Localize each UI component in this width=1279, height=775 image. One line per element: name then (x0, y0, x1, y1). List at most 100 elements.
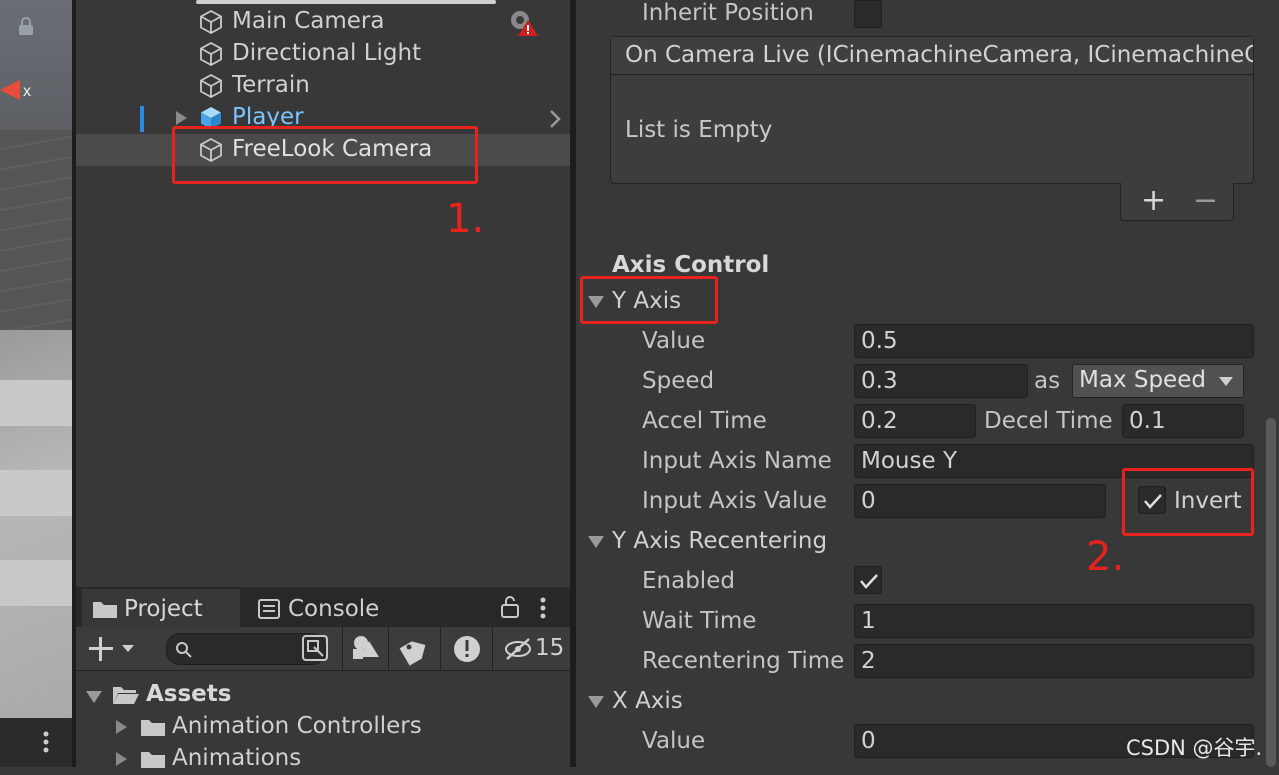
gameobject-cube-icon (198, 41, 224, 67)
gameobject-cube-icon (198, 9, 224, 35)
y-value-field[interactable]: 0.5 (854, 324, 1254, 358)
hidden-count: 15 (535, 635, 565, 661)
filter-warning-icon[interactable] (440, 627, 492, 671)
tree-item-label: Assets (146, 681, 232, 707)
enabled-checkbox[interactable] (854, 566, 882, 594)
accel-time-label: Accel Time (642, 408, 767, 434)
annotation-step-1: 1. (446, 196, 485, 242)
gizmo-x-axis-icon[interactable]: x (0, 70, 40, 110)
tree-item-assets[interactable]: Assets (76, 679, 570, 711)
scene-view[interactable]: x (0, 0, 72, 718)
hierarchy-item-terrain[interactable]: Terrain (76, 70, 570, 102)
filter-by-type-button[interactable] (342, 627, 388, 671)
hierarchy-panel: Main Camera Directional Light Terrain Pl… (76, 0, 570, 587)
axis-control-header: Axis Control (612, 252, 770, 278)
tab-label: Console (288, 596, 380, 622)
console-icon (258, 599, 280, 623)
tab-label: Project (124, 596, 203, 622)
inherit-position-checkbox[interactable] (854, 0, 882, 28)
y-axis-recentering-foldout[interactable]: Y Axis Recentering (612, 528, 827, 554)
scene-slab (0, 560, 72, 606)
remove-item-button[interactable]: − (1193, 183, 1218, 218)
inspector-scrollbar[interactable] (1266, 418, 1276, 767)
wait-time-field[interactable]: 1 (854, 604, 1254, 638)
folder-icon (92, 599, 118, 623)
tab-project[interactable]: Project (82, 589, 240, 627)
project-tab-bar: Project Console (76, 587, 570, 627)
x-axis-foldout[interactable]: X Axis (612, 688, 683, 714)
event-list-footer: + − (1120, 183, 1234, 221)
accel-time-field[interactable]: 0.2 (854, 404, 976, 438)
folder-icon (140, 749, 166, 773)
scene-root-row-edge (196, 0, 496, 4)
input-axis-value-label: Input Axis Value (642, 488, 828, 514)
hierarchy-item-label: Terrain (232, 72, 310, 98)
tab-console[interactable]: Console (252, 589, 392, 627)
wait-time-label: Wait Time (642, 608, 757, 634)
speed-mode-dropdown[interactable]: Max Speed (1072, 364, 1244, 398)
y-value-text: 0.5 (861, 328, 898, 354)
foldout-arrow-icon[interactable] (588, 536, 604, 548)
decel-time-label: Decel Time (984, 408, 1113, 434)
inspector-panel: Inherit Position On Camera Live (ICinema… (576, 0, 1279, 767)
y-value-label: Value (642, 328, 706, 354)
hierarchy-item-main-camera[interactable]: Main Camera (76, 6, 570, 38)
eye-slash-icon (503, 637, 533, 665)
add-item-button[interactable]: + (1141, 183, 1166, 218)
filter-by-label-icon[interactable] (388, 627, 440, 671)
highlight-box-freelook (172, 126, 478, 184)
speed-mode-value: Max Speed (1079, 367, 1206, 393)
wait-time-text: 1 (861, 608, 876, 634)
hierarchy-item-label: Directional Light (232, 40, 422, 66)
expand-arrow-icon[interactable] (114, 719, 128, 739)
lock-icon[interactable] (500, 595, 520, 623)
tree-item-label: Animation Controllers (172, 713, 422, 739)
search-by-type-icon[interactable] (300, 633, 330, 663)
event-header-label: On Camera Live (ICinemachineCamera, ICin… (625, 42, 1253, 68)
y-speed-field[interactable]: 0.3 (854, 364, 1028, 398)
project-toolbar: 15 (76, 627, 570, 671)
search-icon (175, 641, 193, 663)
input-axis-value-field[interactable]: 0 (854, 484, 1106, 518)
create-add-icon[interactable] (88, 635, 140, 667)
prefab-override-bar (140, 106, 144, 132)
folder-open-icon (112, 685, 140, 709)
more-options-icon[interactable] (40, 726, 52, 756)
more-options-icon[interactable] (538, 595, 548, 625)
x-value-text: 0 (861, 728, 876, 754)
expand-arrow-icon[interactable] (86, 691, 102, 703)
y-speed-text: 0.3 (861, 368, 898, 394)
recentering-time-field[interactable]: 2 (854, 644, 1254, 678)
input-axis-value-text: 0 (861, 488, 876, 514)
tree-item-label: Animations (172, 745, 302, 771)
svg-text:x: x (23, 83, 31, 100)
hierarchy-item-label: Main Camera (232, 8, 385, 34)
hidden-packages-toggle[interactable]: 15 (492, 627, 570, 671)
annotation-step-2: 2. (1086, 534, 1125, 580)
scene-sky (0, 0, 72, 130)
decel-time-text: 0.1 (1129, 408, 1166, 434)
foldout-arrow-icon[interactable] (588, 696, 604, 708)
decel-time-field[interactable]: 0.1 (1122, 404, 1244, 438)
recentering-time-text: 2 (861, 648, 876, 674)
hierarchy-item-directional-light[interactable]: Directional Light (76, 38, 570, 70)
project-panel: Project Console 15 Assets Animation Cont… (76, 587, 570, 771)
accel-time-text: 0.2 (861, 408, 898, 434)
tree-item-animations[interactable]: Animations (76, 743, 570, 775)
camera-gizmo-warning-icon (506, 8, 540, 38)
input-axis-name-label: Input Axis Name (642, 448, 832, 474)
watermark: CSDN @谷宇. (1126, 736, 1263, 760)
chevron-right-icon[interactable] (548, 108, 562, 134)
expand-arrow-icon[interactable] (114, 751, 128, 771)
enabled-label: Enabled (642, 568, 735, 594)
tree-item-animation-controllers[interactable]: Animation Controllers (76, 711, 570, 743)
scene-ground (0, 130, 72, 330)
scene-slab (0, 470, 72, 516)
on-camera-live-event: On Camera Live (ICinemachineCamera, ICin… (610, 36, 1254, 184)
event-header: On Camera Live (ICinemachineCamera, ICin… (611, 37, 1253, 75)
scene-slab (0, 380, 72, 426)
lock-icon (16, 16, 36, 36)
x-value-label: Value (642, 728, 706, 754)
gameobject-cube-icon (198, 73, 224, 99)
folder-icon (140, 717, 166, 741)
